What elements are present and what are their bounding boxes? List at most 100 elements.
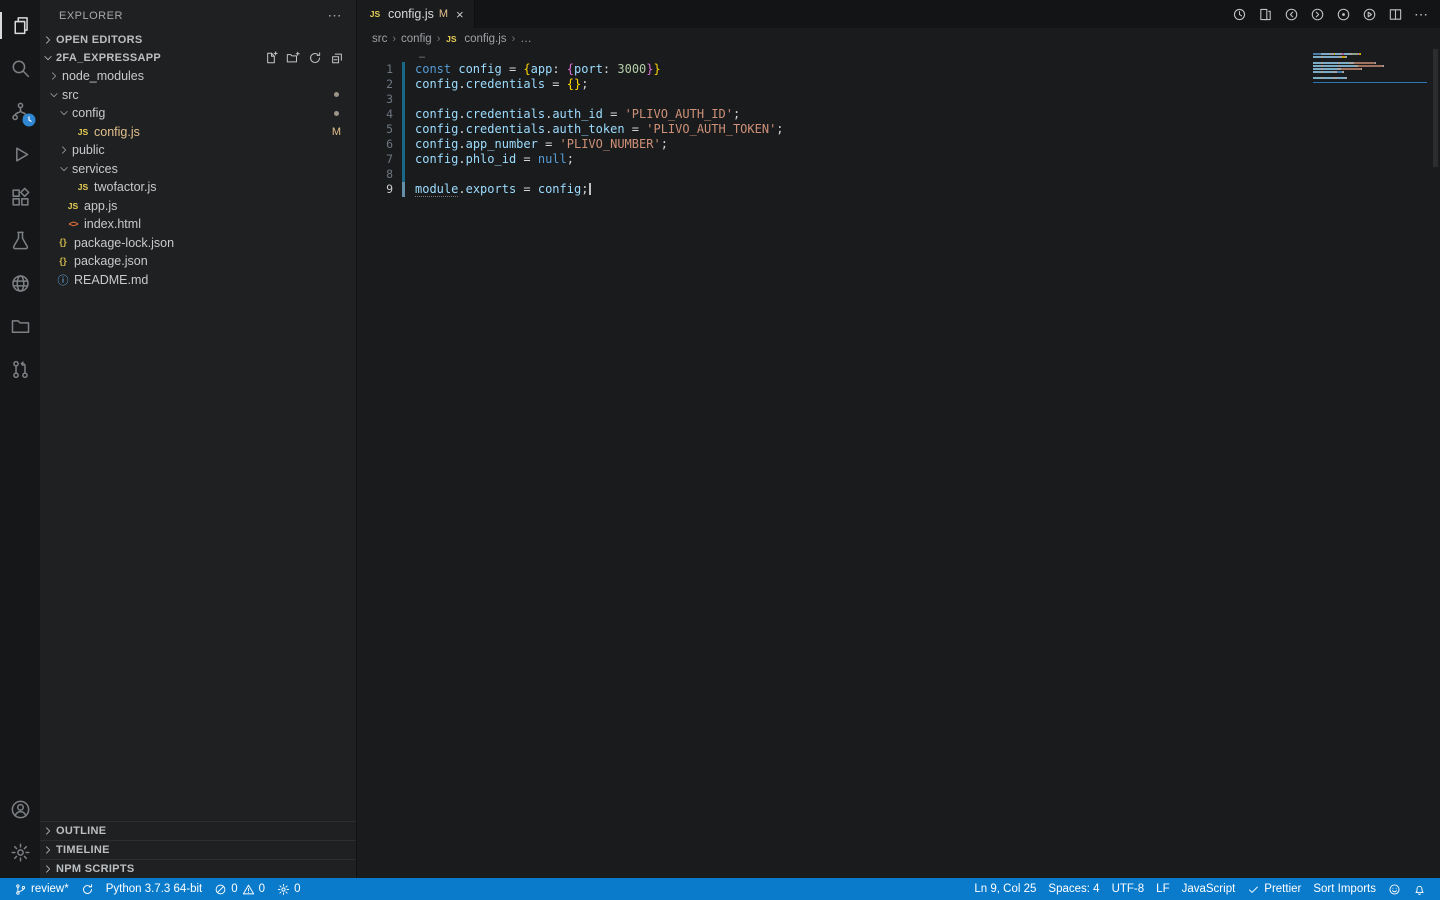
line-number[interactable]: 6 [357,137,393,152]
tab-config-js[interactable]: JS config.js M × [357,0,475,28]
line-number[interactable]: 5 [357,122,393,137]
history-icon[interactable] [1232,7,1247,22]
more-actions-icon[interactable]: ⋯ [1414,7,1428,21]
breadcrumb-item--[interactable]: … [520,33,532,45]
code-lines: 1const config = {app: {port: 3000}}2conf… [357,62,1440,197]
line-number[interactable]: 4 [357,107,393,122]
new-file-icon[interactable] [264,51,278,65]
status-indentation[interactable]: Spaces: 4 [1042,878,1105,900]
activitybar-source-control[interactable] [0,90,40,133]
tab-close-icon[interactable]: × [456,8,464,21]
activitybar-remote-explorer[interactable] [0,262,40,305]
activitybar-explorer[interactable] [0,4,40,47]
status-python-interpreter[interactable]: Python 3.7.3 64-bit [100,878,209,900]
tree-item-label: package.json [74,254,148,268]
code-line-1[interactable]: 1const config = {app: {port: 3000}} [357,62,1440,77]
breadcrumb-item-config[interactable]: config [401,33,432,45]
section-header-timeline[interactable]: TIMELINE [40,840,356,859]
tree-item-node-modules[interactable]: node_modules [40,67,356,86]
status-cursor-position[interactable]: Ln 9, Col 25 [968,878,1042,900]
scrollbar-thumb[interactable] [1433,49,1438,167]
status-problems[interactable]: 00 [208,878,271,900]
code-line-8[interactable]: 8 [357,167,1440,182]
collapse-all-icon[interactable] [330,51,344,65]
code-line-7[interactable]: 7config.phlo_id = null; [357,152,1440,167]
activitybar-accounts[interactable] [0,788,40,831]
open-editors-label: OPEN EDITORS [56,34,143,46]
open-changes-icon[interactable] [1258,7,1273,22]
split-editor-icon[interactable] [1388,7,1403,22]
editor-scrollbar[interactable] [1430,49,1440,878]
section-header-npm-scripts[interactable]: NPM SCRIPTS [40,859,356,878]
fold-hint[interactable]: … [357,49,425,62]
status-sort-imports[interactable]: Sort Imports [1307,878,1382,900]
tree-item-config-js[interactable]: JSconfig.jsM [40,123,356,142]
code-line-2[interactable]: 2config.credentials = {}; [357,77,1440,92]
status-eol[interactable]: LF [1150,878,1175,900]
code-line-4[interactable]: 4config.credentials.auth_id = 'PLIVO_AUT… [357,107,1440,122]
line-number[interactable]: 1 [357,62,393,77]
tree-item-twofactor-js[interactable]: JStwofactor.js [40,178,356,197]
circle-left-icon[interactable] [1284,7,1299,22]
status-background-status[interactable]: 0 [271,878,306,900]
open-editors-header[interactable]: OPEN EDITORS [40,31,356,49]
status-language-mode[interactable]: JavaScript [1176,878,1242,900]
editor-group: JS config.js M × ⋯ src›config›JSconfig.j… [357,0,1440,878]
activitybar-pull-requests[interactable] [0,348,40,391]
tree-item-index-html[interactable]: <>index.html [40,215,356,234]
workspace-header[interactable]: 2FA_EXPRESSAPP [40,49,356,67]
tree-item-services[interactable]: services [40,160,356,179]
activitybar-extensions[interactable] [0,176,40,219]
status-git-sync[interactable] [75,878,100,900]
activitybar-project-manager[interactable] [0,305,40,348]
activitybar-search[interactable] [0,47,40,90]
circle-right-icon[interactable] [1310,7,1325,22]
activitybar-run-debug[interactable] [0,133,40,176]
status-notifications[interactable] [1407,878,1432,900]
chevron-right-icon[interactable] [46,70,62,82]
status-git-branch[interactable]: review* [8,878,75,900]
chevron-right-icon[interactable] [56,144,72,156]
sync-icon [81,883,94,896]
views-more-actions-icon[interactable]: ⋯ [328,7,343,24]
status-formatter[interactable]: Prettier [1241,878,1307,900]
minimap[interactable] [1313,53,1427,83]
activitybar-testing[interactable] [0,219,40,262]
text-cursor [589,183,591,195]
tree-item-label: node_modules [62,69,144,83]
line-number[interactable]: 3 [357,92,393,107]
line-number[interactable]: 8 [357,167,393,182]
breadcrumb-item-src[interactable]: src [372,33,387,45]
section-header-outline[interactable]: OUTLINE [40,821,356,840]
activitybar-settings[interactable] [0,831,40,874]
tree-item-package-lock-json[interactable]: {}package-lock.json [40,234,356,253]
refresh-icon[interactable] [308,51,322,65]
chevron-down-icon[interactable] [56,107,72,119]
line-number[interactable]: 9 [357,182,393,197]
line-number[interactable]: 7 [357,152,393,167]
code-line-9[interactable]: 9module.exports = config; [357,182,1440,197]
code-line-5[interactable]: 5config.credentials.auth_token = 'PLIVO_… [357,122,1440,137]
play-circle-icon[interactable] [1362,7,1377,22]
code-line-3[interactable]: 3 [357,92,1440,107]
chevron-down-icon[interactable] [56,163,72,175]
chev-right-icon [42,34,54,46]
status-feedback[interactable] [1382,878,1407,900]
status-encoding[interactable]: UTF-8 [1106,878,1151,900]
code-editor[interactable]: … 1const config = {app: {port: 3000}}2co… [357,49,1440,878]
tree-item-app-js[interactable]: JSapp.js [40,197,356,216]
breadcrumb-item-config-js[interactable]: JSconfig.js [445,33,506,45]
circle-dot-icon[interactable] [1336,7,1351,22]
tree-item-package-json[interactable]: {}package.json [40,252,356,271]
line-number[interactable]: 2 [357,77,393,92]
tree-item-readme-md[interactable]: ⓘREADME.md [40,271,356,290]
code-line-6[interactable]: 6config.app_number = 'PLIVO_NUMBER'; [357,137,1440,152]
tree-item-public[interactable]: public [40,141,356,160]
status-bar-right: Ln 9, Col 25Spaces: 4UTF-8LFJavaScriptPr… [968,878,1432,900]
new-folder-icon[interactable] [286,51,300,65]
tree-item-config[interactable]: config [40,104,356,123]
chevron-down-icon[interactable] [46,89,62,101]
files-icon [10,15,31,36]
tree-item-src[interactable]: src [40,86,356,105]
beaker-icon [10,230,31,251]
